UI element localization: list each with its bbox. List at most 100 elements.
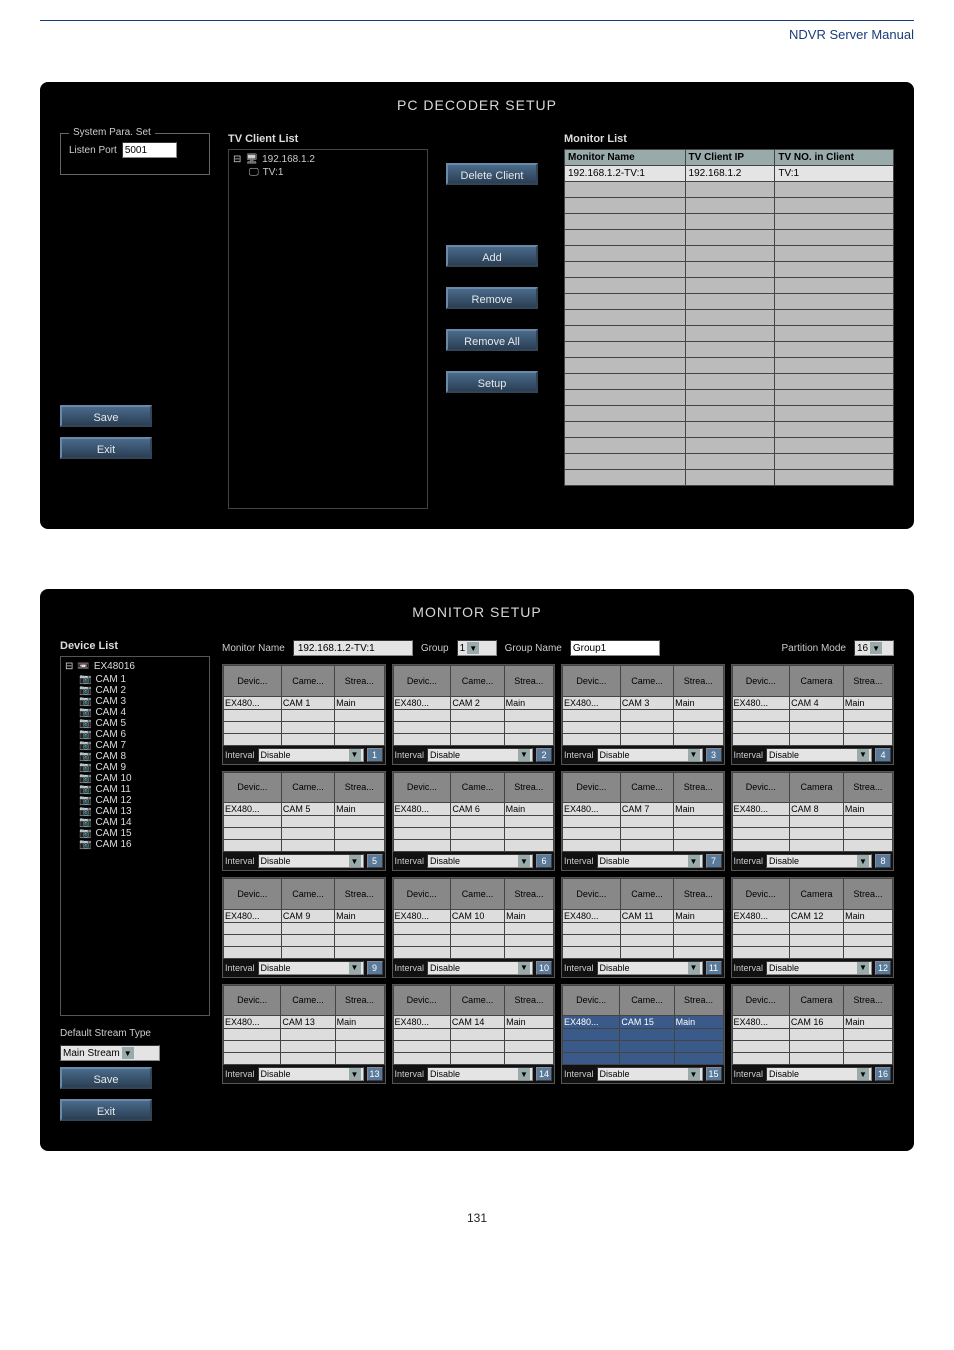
listen-port-input[interactable] <box>122 142 177 158</box>
partition-cell[interactable]: Devic...Came...Strea...EX480...CAM 13Mai… <box>222 984 386 1085</box>
interval-select[interactable]: Disable▼ <box>766 748 872 762</box>
cam-item[interactable]: 📷CAM 14 <box>79 817 205 828</box>
partition-cell[interactable]: Devic...Came...Strea...EX480...CAM 11Mai… <box>561 877 725 978</box>
interval-label: Interval <box>564 963 594 973</box>
cam-item[interactable]: 📷CAM 6 <box>79 729 205 740</box>
interval-label: Interval <box>734 963 764 973</box>
cam-item[interactable]: 📷CAM 2 <box>79 685 205 696</box>
camera-icon: 📷 <box>79 828 91 839</box>
interval-select[interactable]: Disable▼ <box>258 1067 364 1081</box>
interval-label: Interval <box>225 1069 255 1079</box>
remove-button[interactable]: Remove <box>446 287 538 309</box>
interval-select[interactable]: Disable▼ <box>766 854 872 868</box>
cell-number: 3 <box>706 748 722 762</box>
delete-client-button[interactable]: Delete Client <box>446 163 538 185</box>
partition-cell[interactable]: Devic...Came...Strea...EX480...CAM 7Main… <box>561 771 725 872</box>
cam-item[interactable]: 📷CAM 3 <box>79 696 205 707</box>
cell-number: 7 <box>706 854 722 868</box>
interval-select[interactable]: Disable▼ <box>597 961 703 975</box>
device-tree[interactable]: ⊟ 📼 EX48016 📷CAM 1📷CAM 2📷CAM 3📷CAM 4📷CAM 5… <box>60 656 210 1016</box>
default-stream-type-select[interactable]: Main Stream ▼ <box>60 1045 160 1061</box>
partition-cell[interactable]: Devic...CameraStrea...EX480...CAM 12Main… <box>731 877 895 978</box>
cam-item[interactable]: 📷CAM 9 <box>79 762 205 773</box>
monitor-col-name: Monitor Name <box>565 150 686 166</box>
interval-select[interactable]: Disable▼ <box>597 748 703 762</box>
cam-item[interactable]: 📷CAM 10 <box>79 773 205 784</box>
cam-item[interactable]: 📷CAM 15 <box>79 828 205 839</box>
monitor-setup-title: MONITOR SETUP <box>60 604 894 620</box>
cell-number: 10 <box>536 961 552 975</box>
exit-button[interactable]: Exit <box>60 1099 152 1121</box>
cam-item[interactable]: 📷CAM 7 <box>79 740 205 751</box>
group-name-input[interactable] <box>570 640 660 656</box>
tv-client-tree[interactable]: ⊟🖥192.168.1.2 🖵TV:1 <box>228 149 428 509</box>
partition-cell[interactable]: Devic...Came...Strea...EX480...CAM 9Main… <box>222 877 386 978</box>
remove-all-button[interactable]: Remove All <box>446 329 538 351</box>
interval-select[interactable]: Disable▼ <box>766 1067 872 1081</box>
chevron-down-icon: ▼ <box>688 1068 700 1080</box>
partition-cell[interactable]: Devic...Came...Strea...EX480...CAM 2Main… <box>392 664 556 765</box>
cam-item[interactable]: 📷CAM 13 <box>79 806 205 817</box>
save-button[interactable]: Save <box>60 1067 152 1089</box>
camera-icon: 📷 <box>79 740 91 751</box>
group-label: Group <box>421 643 449 654</box>
partition-cell[interactable]: Devic...Came...Strea...EX480...CAM 14Mai… <box>392 984 556 1085</box>
monitor-name-label: Monitor Name <box>222 643 285 654</box>
tv-client-list-label: TV Client List <box>228 133 428 145</box>
tree-root[interactable]: 192.168.1.2 <box>262 154 315 165</box>
cam-item[interactable]: 📷CAM 12 <box>79 795 205 806</box>
cam-item[interactable]: 📷CAM 1 <box>79 674 205 685</box>
interval-select[interactable]: Disable▼ <box>427 748 533 762</box>
exit-button[interactable]: Exit <box>60 437 152 459</box>
dvr-icon: 📼 <box>77 661 89 672</box>
cell-number: 5 <box>367 854 383 868</box>
page-number: 131 <box>40 1211 914 1225</box>
monitor-table[interactable]: Monitor Name TV Client IP TV NO. in Clie… <box>564 149 894 486</box>
cam-item[interactable]: 📷CAM 11 <box>79 784 205 795</box>
partition-cell[interactable]: Devic...Came...Strea...EX480...CAM 6Main… <box>392 771 556 872</box>
cam-item[interactable]: 📷CAM 16 <box>79 839 205 850</box>
minus-icon[interactable]: ⊟ <box>65 661 73 672</box>
interval-select[interactable]: Disable▼ <box>427 961 533 975</box>
cell-number: 16 <box>875 1067 891 1081</box>
group-name-label: Group Name <box>505 643 562 654</box>
interval-select[interactable]: Disable▼ <box>427 854 533 868</box>
chevron-down-icon: ▼ <box>349 962 361 974</box>
camera-icon: 📷 <box>79 762 91 773</box>
interval-select[interactable]: Disable▼ <box>258 961 364 975</box>
chevron-down-icon: ▼ <box>518 749 530 761</box>
chevron-down-icon: ▼ <box>857 1068 869 1080</box>
group-select[interactable]: 1 ▼ <box>457 640 497 656</box>
cell-number: 2 <box>536 748 552 762</box>
interval-select[interactable]: Disable▼ <box>766 961 872 975</box>
partition-cell[interactable]: Devic...CameraStrea...EX480...CAM 4MainI… <box>731 664 895 765</box>
cam-item[interactable]: 📷CAM 8 <box>79 751 205 762</box>
partition-cell[interactable]: Devic...CameraStrea...EX480...CAM 16Main… <box>731 984 895 1085</box>
interval-select[interactable]: Disable▼ <box>597 1067 703 1081</box>
monitor-list-label: Monitor List <box>564 133 894 145</box>
partition-cell[interactable]: Devic...Came...Strea...EX480...CAM 1Main… <box>222 664 386 765</box>
chevron-down-icon: ▼ <box>857 855 869 867</box>
setup-button[interactable]: Setup <box>446 371 538 393</box>
partition-cell[interactable]: Devic...Came...Strea...EX480...CAM 3Main… <box>561 664 725 765</box>
interval-select[interactable]: Disable▼ <box>597 854 703 868</box>
cam-item[interactable]: 📷CAM 5 <box>79 718 205 729</box>
interval-select[interactable]: Disable▼ <box>258 854 364 868</box>
minus-icon[interactable]: ⊟ <box>233 154 241 165</box>
cam-item[interactable]: 📷CAM 4 <box>79 707 205 718</box>
interval-select[interactable]: Disable▼ <box>427 1067 533 1081</box>
save-button[interactable]: Save <box>60 405 152 427</box>
cell-number: 11 <box>706 961 722 975</box>
partition-cell[interactable]: Devic...Came...Strea...EX480...CAM 10Mai… <box>392 877 556 978</box>
add-button[interactable]: Add <box>446 245 538 267</box>
partition-cell[interactable]: Devic...CameraStrea...EX480...CAM 8MainI… <box>731 771 895 872</box>
tree-child[interactable]: TV:1 <box>263 167 284 178</box>
monitor-row[interactable]: 192.168.1.2-TV:1 192.168.1.2 TV:1 <box>565 166 894 182</box>
partition-cell[interactable]: Devic...Came...Strea...EX480...CAM 5Main… <box>222 771 386 872</box>
partition-cell[interactable]: Devic...Came...Strea...EX480...CAM 15Mai… <box>561 984 725 1085</box>
partition-mode-select[interactable]: 16 ▼ <box>854 640 894 656</box>
decoder-window: PC DECODER SETUP System Para. Set Listen… <box>40 82 914 529</box>
interval-select[interactable]: Disable▼ <box>258 748 364 762</box>
device-root[interactable]: EX48016 <box>94 661 135 672</box>
system-para-label: System Para. Set <box>69 127 155 138</box>
